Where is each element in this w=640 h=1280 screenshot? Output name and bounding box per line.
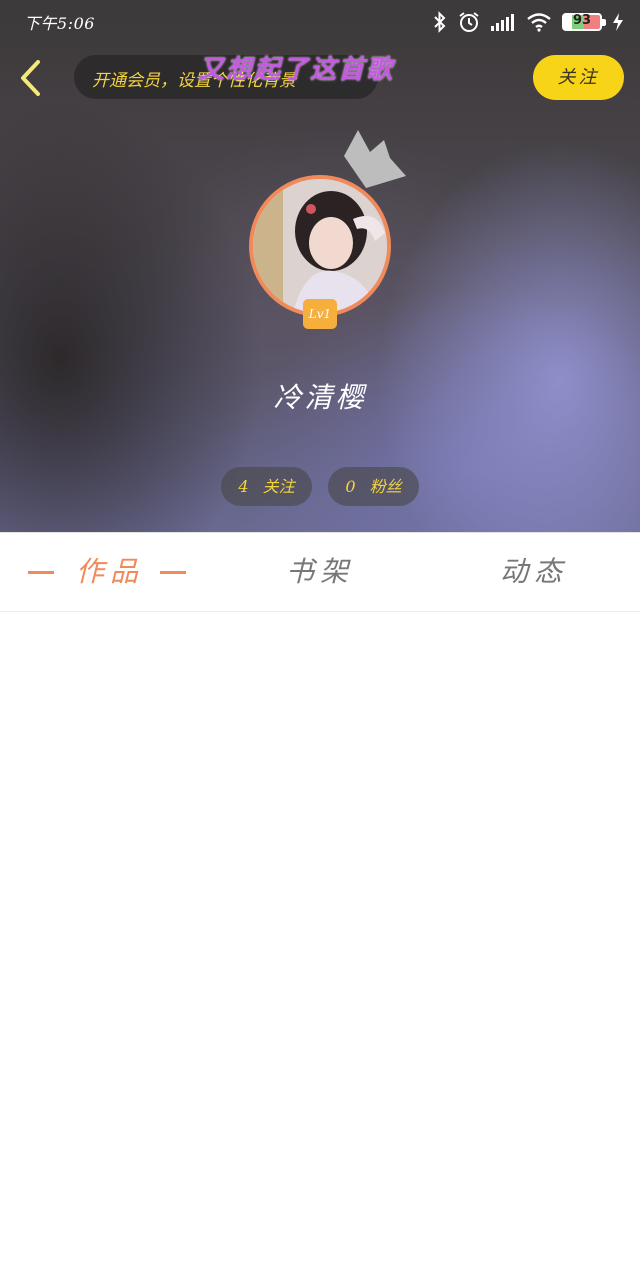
tab-content-area (0, 613, 640, 1280)
charging-icon (613, 13, 623, 31)
status-bar: 下午5:06 93 (0, 0, 640, 44)
signal-icon (491, 14, 514, 31)
level-badge: Lv1 (303, 299, 337, 329)
avatar-photo (253, 179, 387, 313)
fans-label: 粉丝 (369, 477, 402, 496)
username: 冷清樱 (273, 381, 367, 414)
fans-count: 0 (345, 477, 356, 496)
status-icons: 93 (432, 9, 624, 35)
profile-tabs: 作品 书架 动态 (0, 532, 640, 612)
wifi-icon (527, 13, 551, 32)
tab-activity[interactable]: 动态 (444, 533, 624, 613)
tab-bookshelf[interactable]: 书架 (230, 533, 410, 613)
battery-level: 93 (572, 13, 592, 28)
lyric-overlay: 又想起了这首歌 (198, 55, 395, 85)
following-count: 4 (238, 477, 249, 496)
profile-header-background: 下午5:06 93 开通会员，设置个性化背景 又想起了这首歌 关注 Lv1 冷清… (0, 0, 640, 532)
follow-button[interactable]: 关注 (533, 55, 624, 100)
status-time: 下午5:06 (24, 14, 95, 33)
following-count-button[interactable]: 4 关注 (221, 467, 312, 506)
avatar[interactable] (249, 175, 391, 317)
active-tab-indicator-right (160, 571, 186, 574)
alarm-icon (459, 12, 479, 32)
chevron-left-icon (21, 60, 40, 96)
bluetooth-icon (434, 11, 446, 33)
battery-icon: 93 (562, 13, 606, 31)
back-button[interactable] (14, 56, 50, 100)
following-label: 关注 (262, 477, 295, 496)
fans-count-button[interactable]: 0 粉丝 (328, 467, 419, 506)
